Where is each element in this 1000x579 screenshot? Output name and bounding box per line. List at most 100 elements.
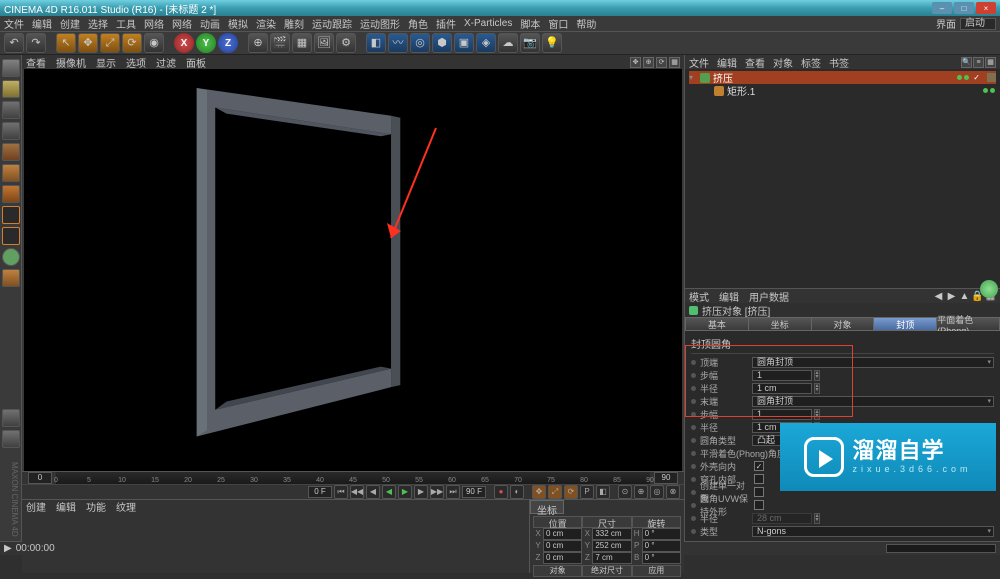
- stepper[interactable]: ▴▾: [814, 370, 820, 381]
- obj-file[interactable]: 文件: [689, 55, 709, 70]
- attr-back[interactable]: ◀: [933, 291, 944, 302]
- prev-frame[interactable]: ◀: [366, 485, 380, 499]
- rot-b[interactable]: 0 °: [642, 552, 681, 564]
- size-x[interactable]: 332 cm: [592, 528, 631, 540]
- close-button[interactable]: ×: [976, 2, 996, 14]
- obj-view[interactable]: 查看: [745, 55, 765, 70]
- render-picture[interactable]: 🖼: [314, 33, 334, 53]
- render-view[interactable]: 🎬: [270, 33, 290, 53]
- menu-char[interactable]: 角色: [408, 16, 428, 31]
- uv-point-mode[interactable]: [2, 206, 20, 224]
- vp-display[interactable]: 显示: [96, 55, 116, 70]
- mat-tex[interactable]: 纹理: [116, 499, 136, 514]
- goto-start[interactable]: ⏮: [334, 485, 348, 499]
- snap-toggle[interactable]: [2, 269, 20, 287]
- coord-apply[interactable]: 应用: [632, 565, 681, 577]
- layout-select[interactable]: 启动: [960, 18, 996, 30]
- attr-checkbox[interactable]: [754, 500, 764, 510]
- attr-number[interactable]: 60 °: [810, 448, 870, 459]
- rot-p[interactable]: 0 °: [642, 540, 681, 552]
- point-mode[interactable]: [2, 143, 20, 161]
- generator[interactable]: ◎: [410, 33, 430, 53]
- menu-track[interactable]: 运动跟踪: [312, 16, 352, 31]
- menu-mograph[interactable]: 运动图形: [360, 16, 400, 31]
- next-key[interactable]: ▶▶: [430, 485, 444, 499]
- coord-mode[interactable]: 对象: [533, 565, 582, 577]
- attr-number[interactable]: 28 cm: [752, 513, 812, 524]
- keymode1[interactable]: ⊙: [618, 485, 632, 499]
- goto-end[interactable]: ⏭: [446, 485, 460, 499]
- obj-tag[interactable]: 标签: [801, 55, 821, 70]
- autokey[interactable]: ◐: [510, 485, 524, 499]
- menu-sim[interactable]: 模拟: [228, 16, 248, 31]
- attr-number[interactable]: 1 cm: [752, 422, 812, 433]
- menu-xparticles[interactable]: X-Particles: [464, 18, 512, 29]
- attr-checkbox[interactable]: [754, 474, 764, 484]
- camera[interactable]: 📷: [520, 33, 540, 53]
- axis-x-toggle[interactable]: X: [174, 33, 194, 53]
- keymode2[interactable]: ⊕: [634, 485, 648, 499]
- stepper[interactable]: ▴▾: [814, 409, 820, 420]
- timeline[interactable]: 0 051015202530354045505560657075808590 9…: [22, 471, 684, 484]
- extrude[interactable]: ▣: [454, 33, 474, 53]
- menu-mesh[interactable]: 网络: [144, 16, 164, 31]
- tree-item-rect[interactable]: 矩形.1: [689, 84, 996, 97]
- obj-filter-icon[interactable]: ≡: [973, 57, 984, 68]
- menu-file[interactable]: 文件: [4, 16, 24, 31]
- tab-phong[interactable]: 平面着色(Phong): [937, 317, 1000, 331]
- vp-nav-layout[interactable]: ▦: [669, 57, 680, 68]
- menu-help[interactable]: 帮助: [576, 16, 596, 31]
- tl-range[interactable]: 90 F: [462, 486, 486, 498]
- size-y[interactable]: 252 cm: [592, 540, 631, 552]
- vp-view[interactable]: 查看: [26, 55, 46, 70]
- scale-tool[interactable]: ⤢: [100, 33, 120, 53]
- attr-number[interactable]: 1 cm: [752, 383, 812, 394]
- attr-number[interactable]: 1: [752, 409, 812, 420]
- model-mode[interactable]: [2, 59, 20, 77]
- cube-primitive[interactable]: ◧: [366, 33, 386, 53]
- next-frame[interactable]: ▶: [414, 485, 428, 499]
- obj-layout-icon[interactable]: ▦: [985, 57, 996, 68]
- mat-create[interactable]: 创建: [26, 499, 46, 514]
- minimize-button[interactable]: –: [932, 2, 952, 14]
- rot-h[interactable]: 0 °: [642, 528, 681, 540]
- key-param[interactable]: P: [580, 485, 594, 499]
- menu-create[interactable]: 创建: [60, 16, 80, 31]
- attr-number[interactable]: 1: [752, 370, 812, 381]
- coord-size-mode[interactable]: 绝对尺寸: [582, 565, 631, 577]
- environment[interactable]: ☁: [498, 33, 518, 53]
- record-key[interactable]: ●: [494, 485, 508, 499]
- menu-edit[interactable]: 编辑: [32, 16, 52, 31]
- spline-primitive[interactable]: 〰: [388, 33, 408, 53]
- workplane-mode[interactable]: [2, 101, 20, 119]
- light[interactable]: 💡: [542, 33, 562, 53]
- attr-userdata[interactable]: 用户数据: [749, 289, 789, 304]
- tl-end[interactable]: 90: [654, 472, 678, 484]
- obj-edit[interactable]: 编辑: [717, 55, 737, 70]
- obj-object[interactable]: 对象: [773, 55, 793, 70]
- vp-filter[interactable]: 过滤: [156, 55, 176, 70]
- tab-coord[interactable]: 坐标: [749, 317, 812, 331]
- tweak-mode[interactable]: [2, 248, 20, 266]
- coord-tab[interactable]: 坐标: [530, 500, 564, 514]
- key-scale[interactable]: ⤢: [548, 485, 562, 499]
- quantize[interactable]: [2, 430, 20, 448]
- keymode3[interactable]: ◎: [650, 485, 664, 499]
- attr-edit[interactable]: 编辑: [719, 289, 739, 304]
- texture-mode[interactable]: [2, 80, 20, 98]
- attr-checkbox[interactable]: [754, 487, 764, 497]
- attr-fwd[interactable]: ▶: [946, 291, 957, 302]
- axis-z-toggle[interactable]: Z: [218, 33, 238, 53]
- size-z[interactable]: 7 cm: [592, 552, 631, 564]
- rotate-tool[interactable]: ⟳: [122, 33, 142, 53]
- vp-nav-pan[interactable]: ✥: [630, 57, 641, 68]
- stepper[interactable]: ▴▾: [872, 448, 878, 459]
- select-tool[interactable]: ↖: [56, 33, 76, 53]
- deformer[interactable]: ◈: [476, 33, 496, 53]
- render-region[interactable]: ▦: [292, 33, 312, 53]
- attr-dropdown[interactable]: 圆角封顶: [752, 396, 994, 407]
- stepper[interactable]: ▴▾: [814, 513, 820, 524]
- mat-edit[interactable]: 编辑: [56, 499, 76, 514]
- move-tool[interactable]: ✥: [78, 33, 98, 53]
- vp-nav-zoom[interactable]: ⊕: [643, 57, 654, 68]
